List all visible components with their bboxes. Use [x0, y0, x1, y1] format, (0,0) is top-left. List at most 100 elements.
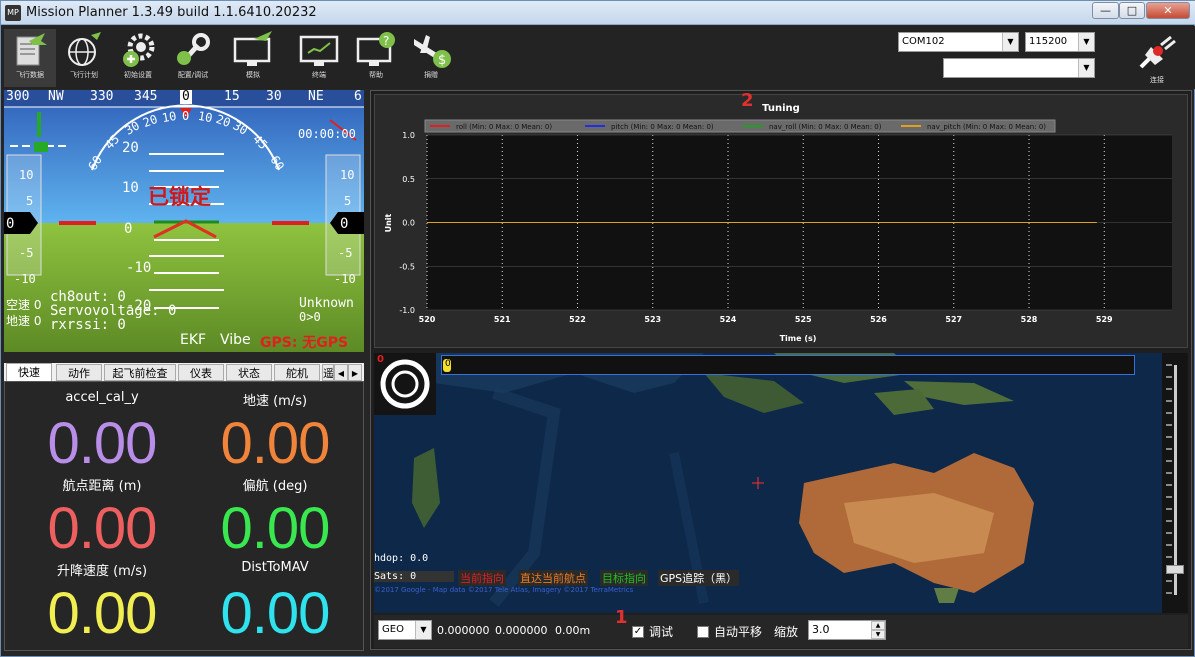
quick-value[interactable]: 0.00	[190, 580, 360, 647]
alt-tick: -5	[338, 246, 353, 260]
connect-button[interactable]: 连接	[1132, 31, 1182, 87]
chevron-down-icon[interactable]: ▼	[1078, 59, 1094, 77]
compass-widget: 0	[374, 353, 436, 415]
sats-readout: Sats: 0	[374, 571, 454, 582]
progress-bar: 0	[441, 355, 1135, 375]
toolbar-label: 模拟	[246, 71, 260, 79]
alt-tick: 5	[344, 194, 352, 208]
roll-label: 60	[267, 153, 287, 173]
tab-servo[interactable]: 舵机	[274, 364, 320, 381]
autopan-label[interactable]: 自动平移	[714, 623, 762, 640]
profile-select[interactable]: ▼	[943, 58, 1095, 78]
map-view[interactable]: 0 0 hdop: 0.0 Sats: 0 当前指向 直达当前航点 目标指向 G…	[374, 353, 1188, 613]
toolbar-simulation[interactable]: 模拟	[227, 29, 279, 87]
maximize-button[interactable]: □	[1119, 2, 1145, 19]
spin-up-icon[interactable]: ▲	[871, 621, 885, 630]
config-tuning-icon	[177, 33, 210, 65]
legend-label: pitch (Min: 0 Max: 0 Mean: 0)	[611, 123, 714, 131]
tab-status[interactable]: 状态	[226, 364, 272, 381]
coord-system-select[interactable]: GEO ▼	[378, 620, 432, 640]
gps-status: GPS: 无GPS	[260, 335, 349, 351]
coord-system-value: GEO	[382, 624, 404, 635]
baud-rate-select[interactable]: 115200 ▼	[1025, 32, 1095, 52]
legend-label: nav_pitch (Min: 0 Max: 0 Mean: 0)	[927, 123, 1046, 131]
toolbar-flight-data[interactable]: 飞行数据	[4, 29, 56, 87]
tuning-checkbox[interactable]: ✓	[632, 626, 644, 638]
chevron-down-icon[interactable]: ▼	[415, 621, 431, 639]
y-tick-label: 1.0	[402, 131, 415, 140]
chart-title: Tuning	[762, 103, 800, 114]
x-tick-label: 528	[1021, 315, 1038, 324]
x-tick-label: 526	[870, 315, 887, 324]
window-title: Mission Planner 1.3.49 build 1.1.6410.20…	[26, 5, 317, 20]
quick-value[interactable]: 0.00	[190, 495, 360, 562]
tab-scroll-right[interactable]: ▶	[348, 364, 362, 381]
x-axis-label: Time (s)	[780, 334, 817, 343]
spin-down-icon[interactable]: ▼	[871, 630, 885, 639]
quick-value[interactable]: 0.00	[190, 410, 360, 477]
x-tick-label: 525	[795, 315, 812, 324]
toolbar-donate[interactable]: $ 捐赠	[405, 29, 457, 87]
flight-mode: Unknown	[299, 296, 354, 311]
tab-telemetry[interactable]: 遥	[322, 364, 334, 381]
zoom-slider[interactable]	[1162, 353, 1188, 613]
x-tick-label: 527	[945, 315, 962, 324]
tab-actions[interactable]: 动作	[56, 364, 102, 381]
waypoint-readout: 0>0	[299, 310, 321, 324]
pitch-label: 0	[124, 221, 133, 237]
y-axis-label: Unit	[384, 213, 393, 232]
rxrssi-readout: rxrssi: 0	[50, 317, 126, 333]
quick-value[interactable]: 0.00	[17, 495, 187, 562]
close-button[interactable]: ✕	[1146, 2, 1190, 19]
ekf-indicator[interactable]: EKF	[180, 332, 206, 348]
legend-heading: 当前指向	[458, 570, 506, 586]
legend-gps-track: GPS追踪（黑）	[658, 570, 740, 586]
tuning-chart: 520 521 522 523 524 525 526 527 528 529 1.0 0.5 0.0…	[384, 103, 1172, 343]
chevron-down-icon[interactable]: ▼	[1002, 33, 1018, 51]
autopan-checkbox[interactable]	[697, 626, 709, 638]
annotation-number-2: 2	[741, 90, 754, 111]
flight-time: 00:00:00	[298, 127, 356, 141]
pitch-label: -10	[126, 260, 152, 276]
flight-plan-icon	[68, 32, 101, 66]
com-port-select[interactable]: COM102 ▼	[898, 32, 1019, 52]
compass-icon	[380, 359, 430, 409]
zoom-spinner[interactable]: 3.0 ▲ ▼	[808, 620, 886, 640]
flight-data-icon	[16, 33, 47, 66]
toolbar-label: 终端	[312, 71, 326, 79]
toolbar-label: 配置/调试	[177, 71, 209, 79]
legend-direct-wp: 直达当前航点	[518, 570, 588, 586]
quick-value[interactable]: 0.00	[17, 410, 187, 477]
toolbar-label: 捐赠	[424, 71, 438, 79]
main-window: MP Mission Planner 1.3.49 build 1.1.6410…	[0, 0, 1195, 657]
speed-tick: 5	[26, 194, 34, 208]
tab-quick[interactable]: 快速	[6, 363, 52, 381]
zoom-thumb[interactable]	[1166, 565, 1184, 574]
main-toolbar: 飞行数据 飞行计划 初始设置 配置/调试 模拟 终端 ? 帮助 $ 捐赠 COM…	[1, 26, 1195, 89]
quick-label: 航点距离 (m)	[62, 479, 142, 494]
roll-label: 0	[182, 109, 190, 123]
toolbar-flight-plan[interactable]: 飞行计划	[58, 29, 110, 87]
toolbar-terminal[interactable]: 终端	[293, 29, 345, 87]
quick-value[interactable]: 0.00	[17, 580, 187, 647]
tab-scroll-left[interactable]: ◀	[334, 364, 348, 381]
roll-label: 20	[141, 111, 160, 131]
alt-tick: -10	[334, 272, 356, 286]
vibe-indicator[interactable]: Vibe	[220, 332, 251, 348]
zoom-label: 缩放	[774, 625, 799, 639]
minimize-button[interactable]: —	[1092, 2, 1119, 19]
connect-label: 连接	[1150, 76, 1164, 84]
toolbar-initial-setup[interactable]: 初始设置	[112, 29, 164, 87]
tab-preflight[interactable]: 起飞前检查	[104, 364, 176, 381]
chevron-down-icon[interactable]: ▼	[1078, 33, 1094, 51]
quick-label: 地速 (m/s)	[242, 394, 308, 409]
app-icon: MP	[5, 5, 21, 21]
toolbar-config-tuning[interactable]: 配置/调试	[167, 29, 219, 87]
armed-status: 已锁定	[148, 185, 211, 209]
roll-label: 10	[160, 108, 178, 126]
toolbar-help[interactable]: ? 帮助	[350, 29, 402, 87]
roll-label: 10	[196, 108, 214, 126]
groundspeed-label: 地速 0	[6, 314, 42, 328]
tuning-label[interactable]: 调试	[649, 623, 673, 640]
tab-gauges[interactable]: 仪表	[178, 364, 224, 381]
